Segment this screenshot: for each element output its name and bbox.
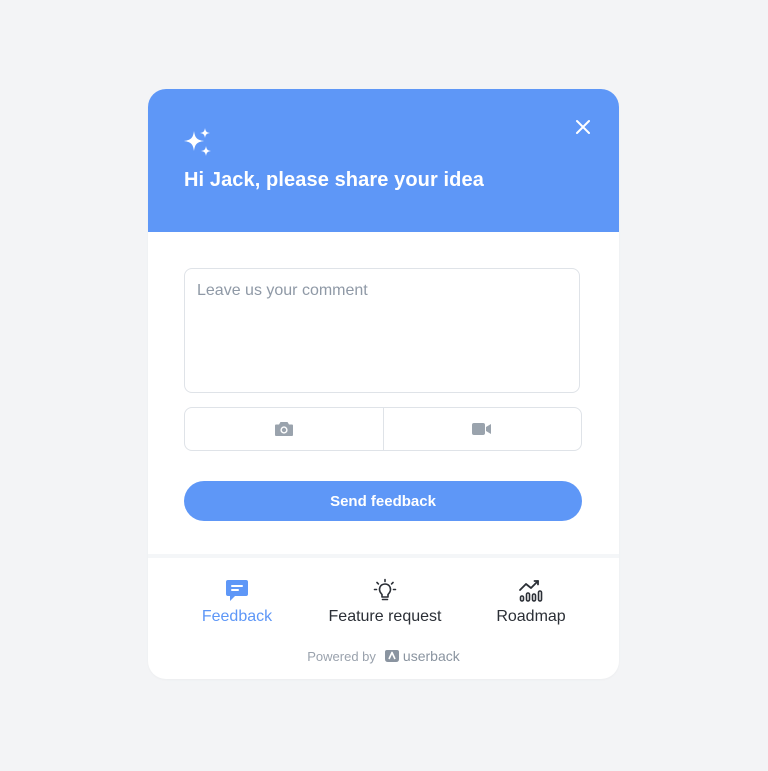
chart-icon [519,580,543,602]
lightbulb-icon [373,578,397,601]
page-title: Hi Jack, please share your idea [184,169,484,191]
bottom-nav: Feedback Feature request Roadmap Powered [148,558,619,679]
nav-label-feedback: Feedback [201,608,273,625]
nav-item-feedback[interactable]: Feedback [199,578,275,628]
video-record-button[interactable] [382,408,582,450]
attachment-row [184,407,582,451]
nav-label-feature-request: Feature request [328,608,442,625]
powered-by: Powered by userback [148,648,619,664]
nav-item-feature-request[interactable]: Feature request [324,578,446,628]
send-feedback-button[interactable]: Send feedback [184,481,582,521]
feedback-widget: Hi Jack, please share your idea Send fee… [148,89,619,679]
brand-name: userback [402,648,460,664]
powered-by-text: Powered by [307,648,376,664]
nav-label-roadmap: Roadmap [496,608,566,625]
close-icon[interactable] [573,117,593,137]
sparkle-icon [184,128,211,156]
video-camera-icon [472,423,492,435]
widget-header: Hi Jack, please share your idea [148,89,619,232]
camera-icon [274,422,293,436]
userback-logo-icon [384,650,399,662]
brand-link[interactable]: userback [384,648,460,664]
nav-item-roadmap[interactable]: Roadmap [494,578,568,628]
screenshot-button[interactable] [185,408,383,450]
chat-bubble-icon [226,580,248,601]
comment-input[interactable] [184,268,580,393]
